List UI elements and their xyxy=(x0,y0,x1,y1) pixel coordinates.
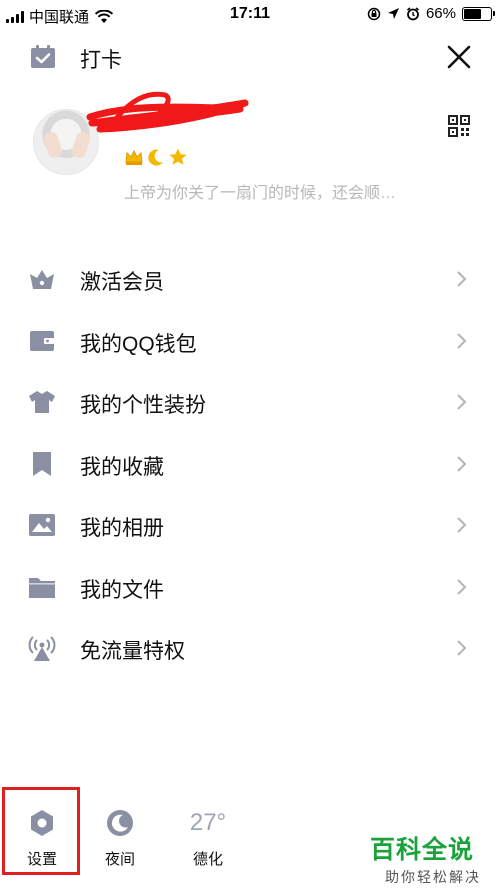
watermark-title: 百科全说 xyxy=(370,836,475,864)
close-icon[interactable] xyxy=(446,44,472,70)
menu-label: 我的QQ钱包 xyxy=(80,332,197,356)
bookmark-icon xyxy=(33,451,51,476)
checkin-label[interactable]: 打卡 xyxy=(80,44,122,74)
avatar-hand-left xyxy=(42,130,64,160)
drawer-bottom-bar: 设置 夜间 27° 德化 百科全说 助你轻松解决 xyxy=(0,787,500,889)
menu-item-free-data[interactable]: 免流量特权 xyxy=(0,617,500,679)
rotation-lock-icon xyxy=(367,7,381,20)
menu-label: 激活会员 xyxy=(80,271,164,294)
status-right: 66% xyxy=(367,5,495,22)
menu-label: 我的个性装扮 xyxy=(80,394,206,417)
chevron-right-icon xyxy=(457,640,467,656)
chevron-right-icon xyxy=(457,394,467,410)
photo-icon xyxy=(29,514,55,536)
watermark: 百科全说 助你轻松解决 xyxy=(370,830,496,887)
night-mode-button[interactable]: 夜间 xyxy=(90,808,150,869)
location-arrow-icon xyxy=(387,8,399,19)
menu-item-wallet[interactable]: 我的QQ钱包 xyxy=(0,310,500,372)
crown-icon xyxy=(30,270,54,289)
alarm-icon xyxy=(406,6,419,20)
menu-item-favorites[interactable]: 我的收藏 xyxy=(0,433,500,495)
chevron-right-icon xyxy=(457,517,467,533)
menu-label: 我的收藏 xyxy=(80,455,164,479)
calendar-check-icon[interactable] xyxy=(30,45,56,69)
chevron-right-icon xyxy=(457,271,467,287)
settings-label: 设置 xyxy=(26,851,57,868)
signal-tower-icon xyxy=(28,636,56,661)
chevron-right-icon xyxy=(457,455,467,472)
menu-item-album[interactable]: 我的相册 xyxy=(0,494,500,556)
drawer-menu: 激活会员 我的QQ钱包 我的个性装扮 我的收藏 我的相册 我的文件 免流量特权 xyxy=(0,248,500,679)
battery-level xyxy=(464,8,482,19)
city-label: 德化 xyxy=(192,851,223,868)
night-label: 夜间 xyxy=(104,851,135,868)
shirt-icon xyxy=(29,391,55,413)
crown-badge-icon xyxy=(125,149,143,165)
weather-button[interactable]: 27° 德化 xyxy=(178,808,238,869)
menu-label: 免流量特权 xyxy=(80,640,185,663)
wallet-icon xyxy=(30,330,54,351)
menu-label: 我的文件 xyxy=(80,578,164,602)
battery-percent: 66% xyxy=(425,5,456,22)
star-badge-icon xyxy=(169,148,187,165)
profile-section[interactable]: 上帝为你关了一扇门的时候，还会顺… xyxy=(0,91,500,215)
signature-text[interactable]: 上帝为你关了一扇门的时候，还会顺… xyxy=(124,179,396,203)
level-badges[interactable] xyxy=(124,147,188,167)
qr-code-icon[interactable] xyxy=(448,115,470,137)
night-moon-icon xyxy=(107,810,133,836)
battery-icon xyxy=(462,6,495,21)
temperature: 27° xyxy=(189,809,227,836)
folder-icon xyxy=(29,577,55,598)
menu-item-files[interactable]: 我的文件 xyxy=(0,556,500,618)
settings-button[interactable]: 设置 xyxy=(12,808,72,869)
menu-label: 我的相册 xyxy=(80,517,164,540)
drawer-header: 打卡 xyxy=(0,36,500,76)
status-bar: 中国联通 17:11 66% xyxy=(0,0,500,30)
settings-hexagon-icon xyxy=(31,810,53,836)
menu-item-theme[interactable]: 我的个性装扮 xyxy=(0,371,500,433)
moon-badge-icon xyxy=(148,149,163,166)
redaction-scribble xyxy=(86,91,249,133)
chevron-right-icon xyxy=(457,332,467,349)
menu-item-vip[interactable]: 激活会员 xyxy=(0,248,500,310)
watermark-subtitle: 助你轻松解决 xyxy=(385,869,481,885)
chevron-right-icon xyxy=(457,578,467,595)
